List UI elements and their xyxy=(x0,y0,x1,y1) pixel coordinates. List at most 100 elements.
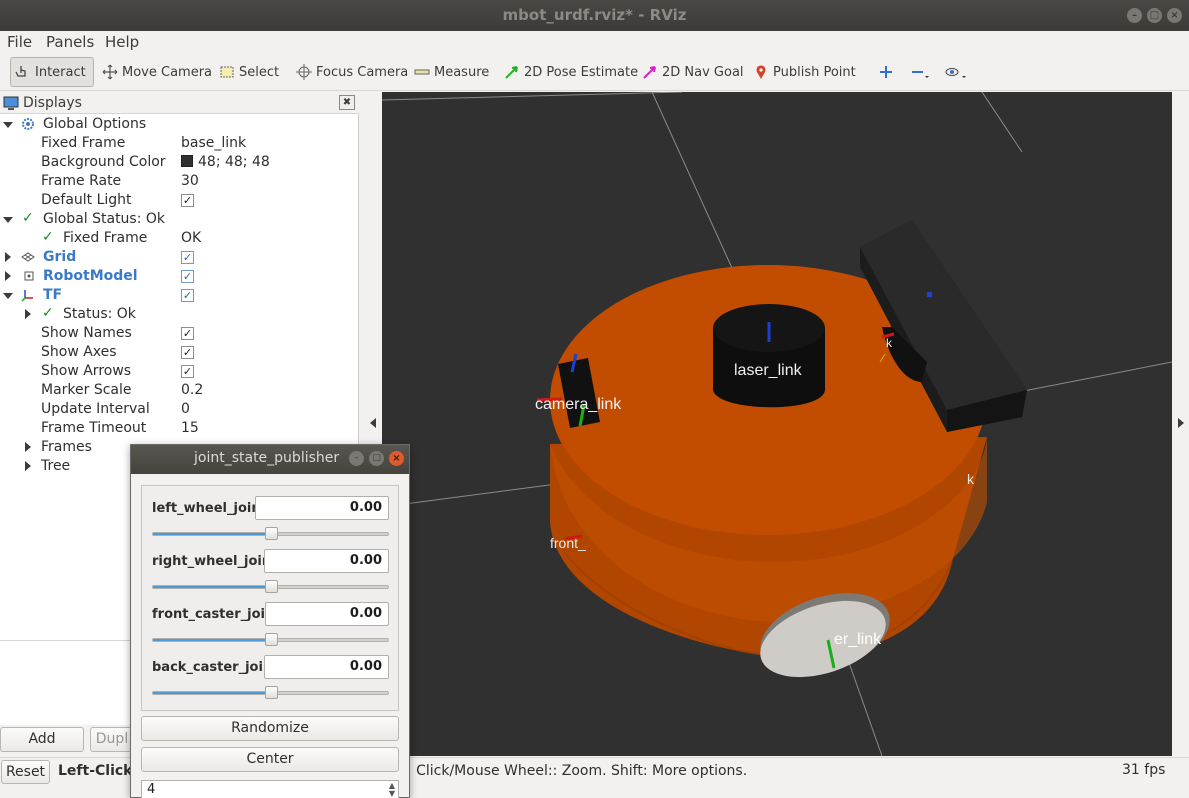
tool-visibility-button[interactable] xyxy=(940,57,968,87)
tool-measure-label: Measure xyxy=(434,64,490,80)
minimize-button[interactable]: – xyxy=(1127,8,1142,23)
move-camera-icon xyxy=(102,64,118,80)
tool-select-label: Select xyxy=(239,64,280,80)
tool-select[interactable]: Select xyxy=(215,57,283,87)
expand-arrow-icon[interactable] xyxy=(25,309,31,319)
tool-interact[interactable]: Interact xyxy=(10,57,94,87)
global-status-label: Global Status: Ok xyxy=(43,211,166,227)
joint-count-spinbox[interactable]: 4 ▲ ▼ xyxy=(141,780,399,798)
tree-global-status[interactable]: ✓ Global Status: Ok xyxy=(0,210,358,229)
menu-help[interactable]: Help xyxy=(105,33,139,51)
tool-2d-pose-estimate[interactable]: 2D Pose Estimate xyxy=(500,57,642,87)
displays-close-button[interactable]: ✖ xyxy=(339,95,355,110)
show-arrows-checkbox[interactable]: ✓ xyxy=(181,365,194,378)
prop-update-interval[interactable]: Update Interval 0 xyxy=(0,400,358,419)
prop-marker-scale[interactable]: Marker Scale 0.2 xyxy=(0,381,358,400)
tree-global-options[interactable]: Global Options xyxy=(0,115,358,134)
tool-interact-label: Interact xyxy=(35,64,86,80)
slider-handle[interactable] xyxy=(264,686,278,699)
jsp-close-button[interactable]: × xyxy=(389,451,404,466)
front-caster-joint-slider[interactable] xyxy=(152,633,389,646)
collapse-right-icon[interactable] xyxy=(1178,418,1184,428)
fixed-frame-value[interactable]: base_link xyxy=(181,135,246,151)
expand-arrow-icon[interactable] xyxy=(3,122,13,128)
prop-frame-rate[interactable]: Frame Rate 30 xyxy=(0,172,358,191)
show-names-checkbox[interactable]: ✓ xyxy=(181,327,194,340)
render-viewport[interactable]: laser_link k camera_link front_ k er_lin… xyxy=(382,92,1172,756)
status-hint: Click/Mouse Wheel:: Zoom. Shift: More op… xyxy=(416,763,748,779)
center-button[interactable]: Center xyxy=(141,747,399,772)
right-wheel-joint-input[interactable]: 0.00 xyxy=(264,549,389,573)
prop-status-fixed-frame[interactable]: ✓ Fixed Frame OK xyxy=(0,229,358,248)
spin-arrows-icon[interactable]: ▲ ▼ xyxy=(389,782,395,798)
show-axes-checkbox[interactable]: ✓ xyxy=(181,346,194,359)
prop-fixed-frame[interactable]: Fixed Frame base_link xyxy=(0,134,358,153)
jsp-maximize-button[interactable]: □ xyxy=(369,451,384,466)
marker-scale-value[interactable]: 0.2 xyxy=(181,382,203,398)
left-wheel-joint-label: left_wheel_joint xyxy=(152,501,267,516)
default-light-checkbox[interactable]: ✓ xyxy=(181,194,194,207)
left-wheel-joint-slider[interactable] xyxy=(152,527,389,540)
robot-3d-scene: laser_link k camera_link front_ k er_lin… xyxy=(382,92,1172,756)
slider-handle[interactable] xyxy=(264,633,278,646)
focus-crosshair-icon xyxy=(296,64,312,80)
jsp-titlebar[interactable]: joint_state_publisher – □ × xyxy=(131,445,409,474)
tool-2d-nav-goal[interactable]: 2D Nav Goal xyxy=(638,57,748,87)
tree-robot-model[interactable]: RobotModel ✓ xyxy=(0,267,358,286)
randomize-button[interactable]: Randomize xyxy=(141,716,399,741)
prop-show-arrows[interactable]: Show Arrows ✓ xyxy=(0,362,358,381)
back-caster-joint-label: back_caster_joint xyxy=(152,660,279,675)
frame-timeout-value[interactable]: 15 xyxy=(181,420,199,436)
prop-frame-timeout[interactable]: Frame Timeout 15 xyxy=(0,419,358,438)
maximize-button[interactable]: □ xyxy=(1147,8,1162,23)
right-splitter[interactable] xyxy=(1174,92,1189,756)
prop-default-light[interactable]: Default Light ✓ xyxy=(0,191,358,210)
add-tool-button[interactable] xyxy=(874,57,902,87)
close-button[interactable]: × xyxy=(1167,8,1182,23)
tool-publish-point-label: Publish Point xyxy=(773,64,856,80)
tf-checkbox[interactable]: ✓ xyxy=(181,289,194,302)
slider-handle[interactable] xyxy=(264,580,278,593)
expand-arrow-icon[interactable] xyxy=(3,217,13,223)
duplicate-display-button[interactable]: Dupl xyxy=(90,727,134,752)
expand-arrow-icon[interactable] xyxy=(25,461,31,471)
reset-button[interactable]: Reset xyxy=(1,760,50,784)
slider-handle[interactable] xyxy=(264,527,278,540)
grid-checkbox[interactable]: ✓ xyxy=(181,251,194,264)
frames-label: Frames xyxy=(41,439,92,455)
tool-measure[interactable]: Measure xyxy=(410,57,493,87)
jsp-minimize-button[interactable]: – xyxy=(349,451,364,466)
tree-tf[interactable]: TF ✓ xyxy=(0,286,358,305)
front-caster-joint-input[interactable]: 0.00 xyxy=(265,602,389,626)
back-caster-joint-slider[interactable] xyxy=(152,686,389,699)
expand-arrow-icon[interactable] xyxy=(3,293,13,299)
prop-background-color[interactable]: Background Color 48; 48; 48 xyxy=(0,153,358,172)
tool-move-camera[interactable]: Move Camera xyxy=(98,57,216,87)
update-interval-value[interactable]: 0 xyxy=(181,401,190,417)
joint-state-publisher-window: joint_state_publisher – □ × left_wheel_j… xyxy=(130,444,410,798)
prop-show-names[interactable]: Show Names ✓ xyxy=(0,324,358,343)
left-wheel-joint-input[interactable]: 0.00 xyxy=(255,496,389,520)
remove-tool-button[interactable] xyxy=(906,57,934,87)
robot-model-checkbox[interactable]: ✓ xyxy=(181,270,194,283)
tool-focus-camera-label: Focus Camera xyxy=(316,64,409,80)
expand-arrow-icon[interactable] xyxy=(5,252,11,262)
frame-rate-value[interactable]: 30 xyxy=(181,173,199,189)
expand-arrow-icon[interactable] xyxy=(25,442,31,452)
tree-grid[interactable]: Grid ✓ xyxy=(0,248,358,267)
minus-icon xyxy=(910,64,929,80)
tree-tf-status[interactable]: ✓ Status: Ok xyxy=(0,305,358,324)
add-display-button[interactable]: Add xyxy=(0,727,84,752)
right-wheel-joint-slider[interactable] xyxy=(152,580,389,593)
map-pin-icon xyxy=(753,64,769,80)
menu-file[interactable]: File xyxy=(7,33,32,51)
joint-sliders-group: left_wheel_joint 0.00 right_wheel_joint … xyxy=(141,485,399,711)
expand-arrow-icon[interactable] xyxy=(5,271,11,281)
tool-publish-point[interactable]: Publish Point xyxy=(749,57,860,87)
collapse-left-icon[interactable] xyxy=(370,418,376,428)
menu-panels[interactable]: Panels xyxy=(46,33,94,51)
back-caster-joint-input[interactable]: 0.00 xyxy=(264,655,389,679)
tool-focus-camera[interactable]: Focus Camera xyxy=(292,57,412,87)
background-color-value[interactable]: 48; 48; 48 xyxy=(181,154,270,170)
prop-show-axes[interactable]: Show Axes ✓ xyxy=(0,343,358,362)
